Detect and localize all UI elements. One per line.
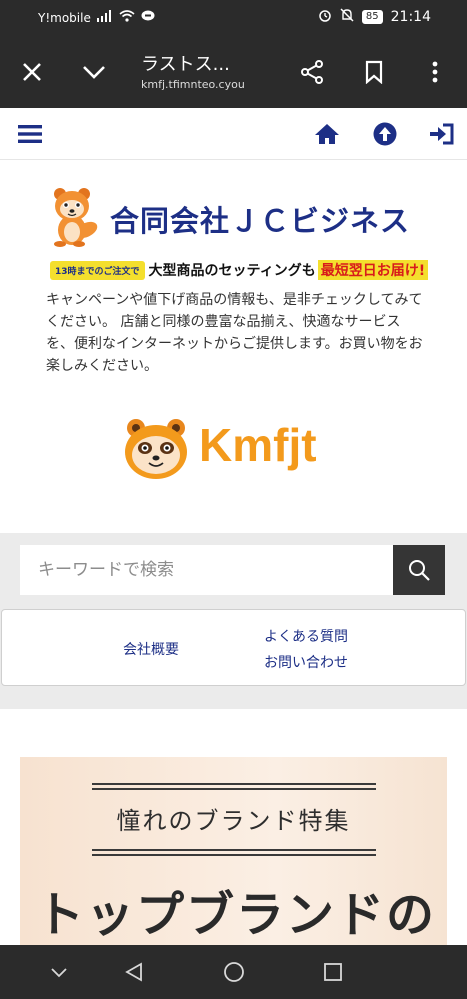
wifi-icon xyxy=(119,10,135,25)
scroll-to-top-icon[interactable] xyxy=(371,120,399,148)
promo-main-text: 大型商品のセッティングも xyxy=(148,263,316,279)
company-name: 合同会社ＪＣビジネス xyxy=(110,204,411,238)
banner-rule-top-2 xyxy=(92,788,376,790)
hide-nav-icon[interactable] xyxy=(46,959,72,985)
home-icon[interactable] xyxy=(313,120,341,148)
chevron-down-icon[interactable] xyxy=(80,58,108,86)
intro-text: キャンペーンや値下げ商品の情報も、是非チェックしてみてください。 店舗と同様の豊… xyxy=(46,292,423,374)
page-url[interactable]: kmfj.tfimnteo.cyou xyxy=(141,78,245,91)
banner-headline: トップブランドの xyxy=(36,887,437,943)
banner-rule-bottom-2 xyxy=(92,854,376,856)
search-input[interactable] xyxy=(20,545,393,595)
promo-banner: 13時までのご注文で 大型商品のセッティングも 最短翌日お届け! xyxy=(50,259,429,281)
contact-link[interactable]: お問い合わせ xyxy=(264,652,348,672)
banner-rule-top xyxy=(92,783,376,785)
clock: 21:14 xyxy=(390,9,431,25)
banner-rule-bottom xyxy=(92,849,376,851)
status-bar: Y!mobile 85 21:14 xyxy=(0,0,467,36)
company-overview-link[interactable]: 会社概要 xyxy=(123,639,179,659)
search-icon xyxy=(409,560,430,581)
signal-icon xyxy=(96,10,113,25)
company-logo[interactable]: 合同会社ＪＣビジネス xyxy=(46,186,426,248)
page-title: ラストス... xyxy=(141,54,230,75)
brand-name: Kmfjt xyxy=(199,419,317,471)
share-icon[interactable] xyxy=(298,58,326,86)
faq-link[interactable]: よくある質問 xyxy=(264,626,348,646)
line-app-icon xyxy=(141,10,155,25)
mute-icon xyxy=(340,8,354,26)
raccoon-mascot-icon xyxy=(54,188,98,247)
home-button-icon[interactable] xyxy=(221,959,247,985)
info-links: 会社概要 よくある質問 お問い合わせ xyxy=(1,609,466,686)
carrier-label: Y!mobile xyxy=(38,10,91,25)
close-icon[interactable] xyxy=(18,58,46,86)
banner-subtitle: 憧れのブランド特集 xyxy=(116,807,351,835)
more-options-icon[interactable] xyxy=(421,58,449,86)
brand-logo[interactable]: Kmfjt xyxy=(124,418,364,480)
promo-tag: 13時までのご注文で xyxy=(50,260,145,280)
site-header xyxy=(0,108,467,160)
promo-highlight: 最短翌日お届け! xyxy=(317,260,429,280)
recent-apps-icon[interactable] xyxy=(320,959,346,985)
bookmark-icon[interactable] xyxy=(360,58,388,86)
hamburger-menu-icon[interactable] xyxy=(16,120,44,148)
search-button[interactable] xyxy=(393,545,445,595)
battery-indicator: 85 xyxy=(361,10,383,24)
brand-feature-banner[interactable]: 憧れのブランド特集 トップブランドの xyxy=(20,757,447,945)
login-icon[interactable] xyxy=(428,120,456,148)
search-bar xyxy=(20,545,445,595)
back-icon[interactable] xyxy=(121,959,147,985)
browser-toolbar: ラストス... kmfj.tfimnteo.cyou xyxy=(0,36,467,108)
alarm-icon xyxy=(318,8,332,26)
raccoon-face-icon xyxy=(125,419,187,479)
system-nav-bar xyxy=(0,945,467,999)
